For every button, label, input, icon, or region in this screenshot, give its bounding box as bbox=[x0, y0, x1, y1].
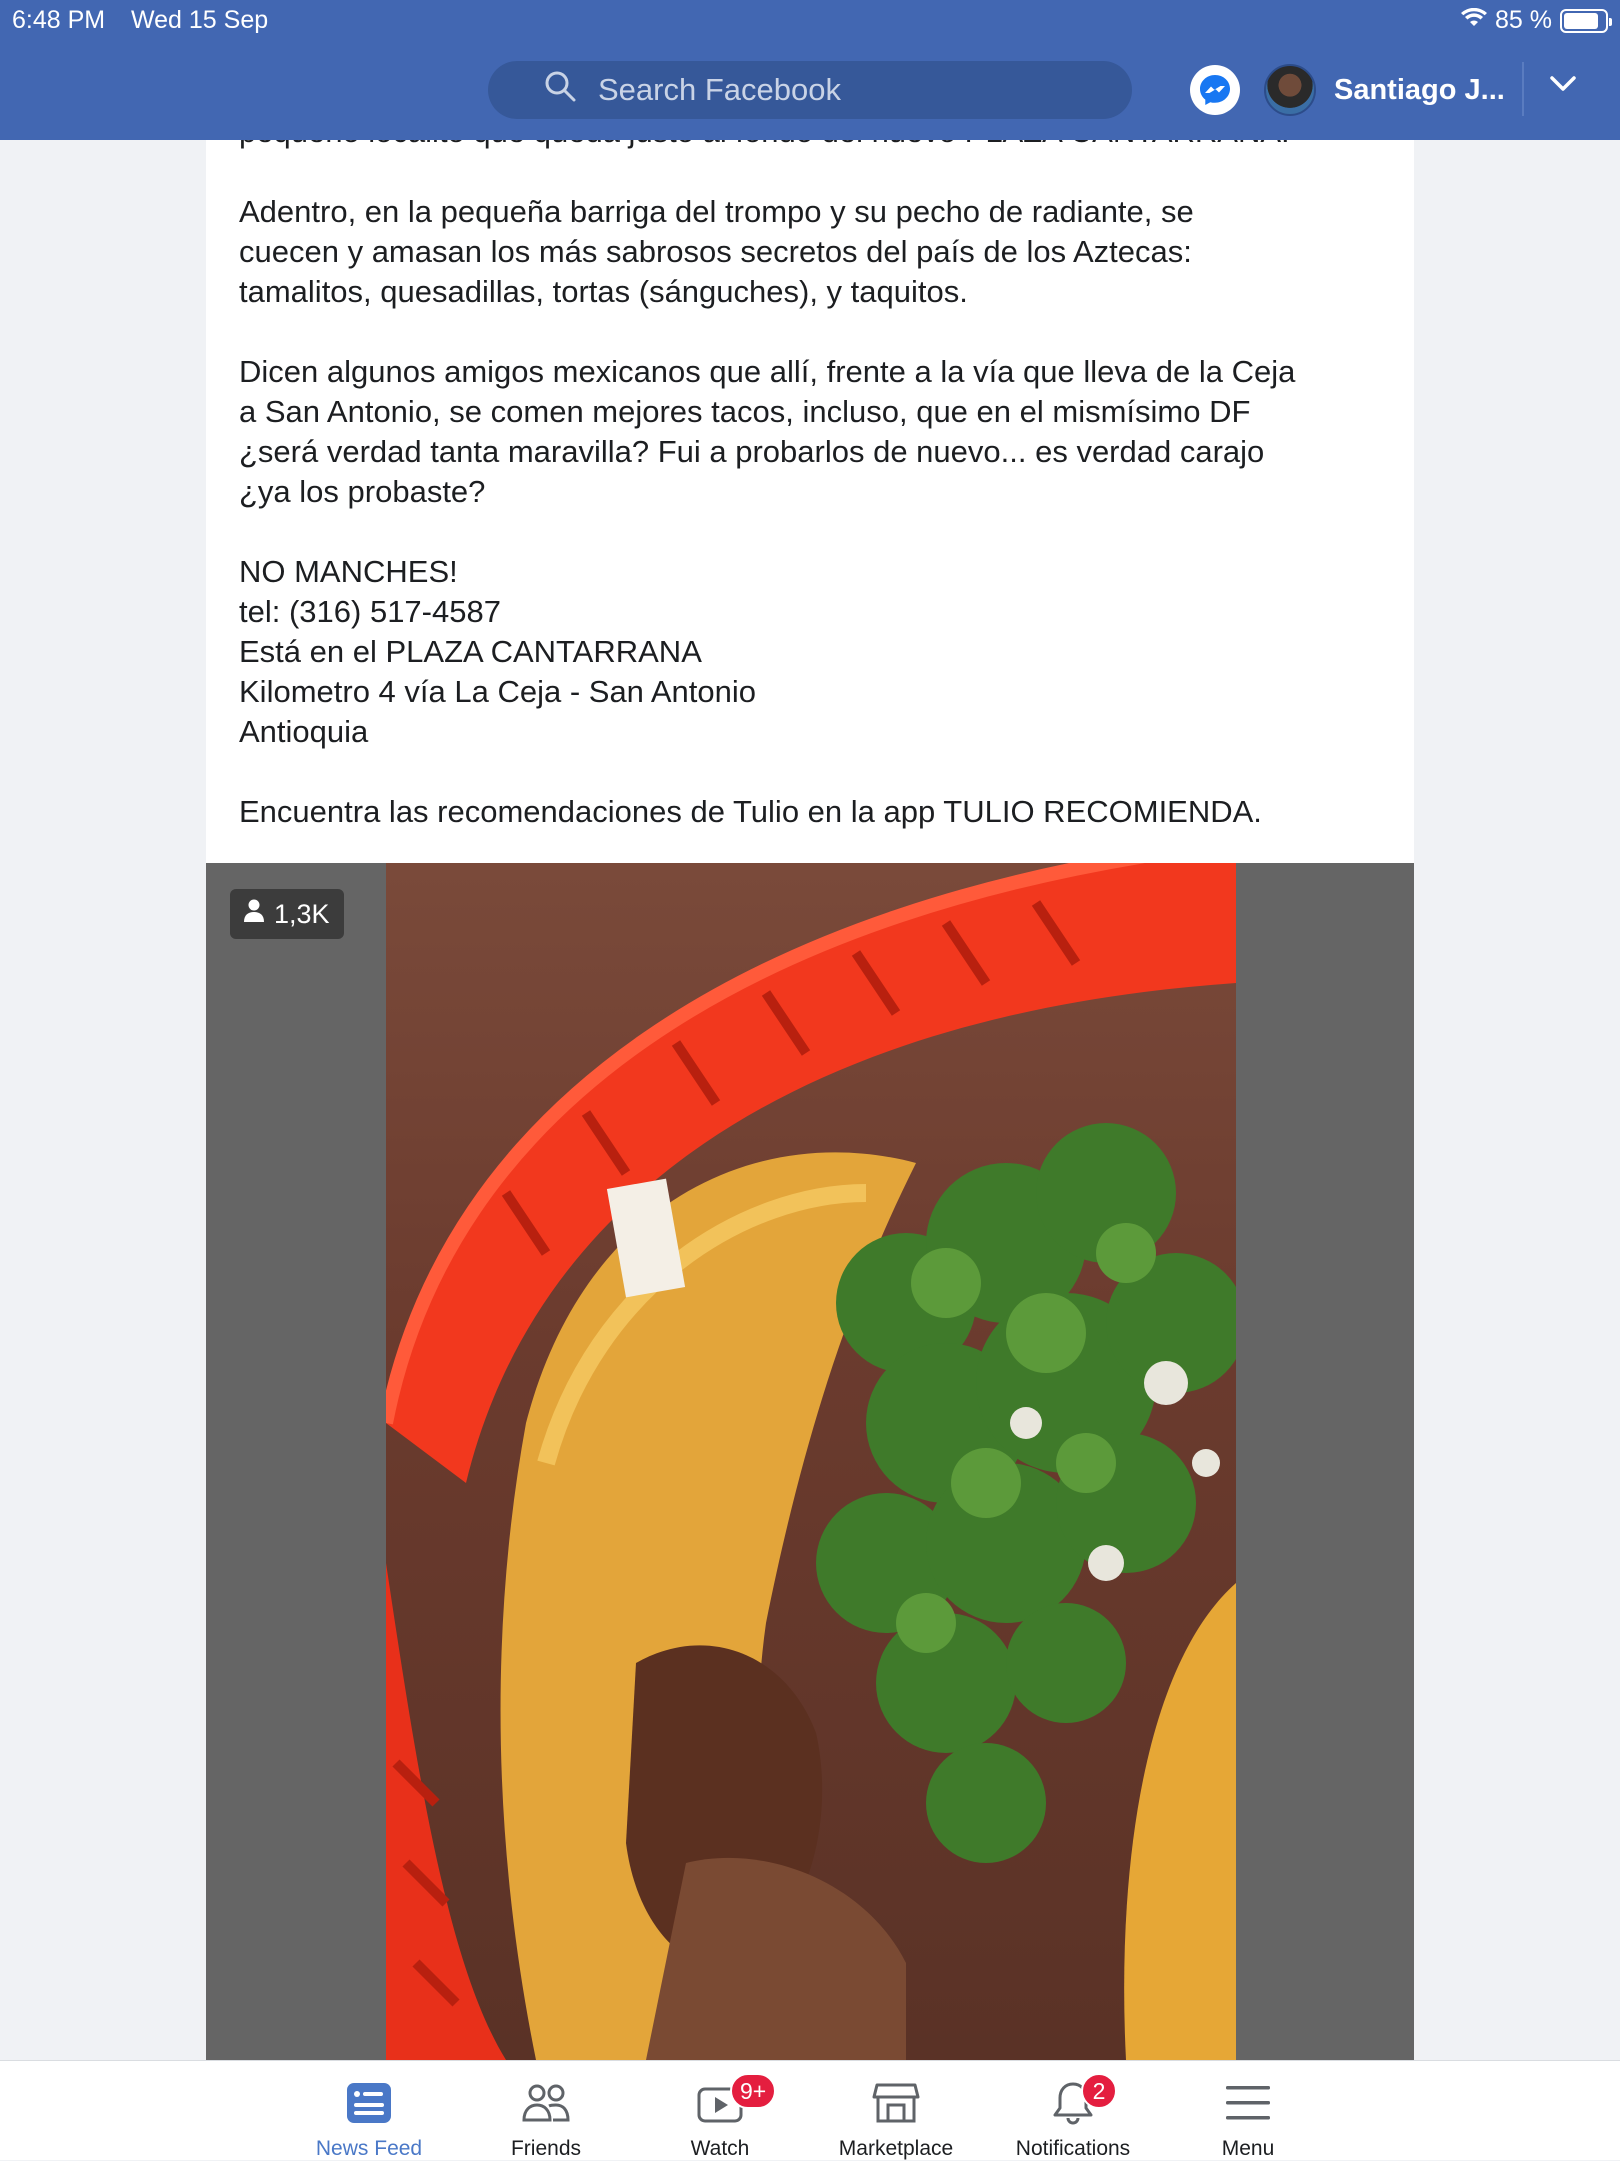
status-bar: 6:48 PM Wed 15 Sep 85 % bbox=[0, 0, 1620, 42]
bell-icon: 2 bbox=[985, 2073, 1161, 2131]
top-bar: 6:48 PM Wed 15 Sep 85 % Search Facebook … bbox=[0, 0, 1620, 140]
news-feed-icon bbox=[281, 2075, 457, 2131]
marketplace-icon bbox=[808, 2075, 984, 2131]
post-paragraph: Adentro, en la pequeña barriga del tromp… bbox=[239, 194, 1194, 309]
battery-icon bbox=[1560, 8, 1612, 33]
tab-label: News Feed bbox=[315, 2137, 423, 2160]
tab-menu[interactable]: Menu bbox=[1160, 2075, 1336, 2161]
post-video[interactable]: 1,3K bbox=[206, 863, 1414, 2060]
tab-label: Friends bbox=[510, 2137, 582, 2160]
notifications-badge: 2 bbox=[1081, 2073, 1117, 2109]
status-time: 6:48 PM bbox=[12, 6, 106, 34]
post-text: pequeño localito que queda justo al fond… bbox=[239, 112, 1399, 872]
bottom-nav: News Feed Friends 9+ Watch Marketplace 2… bbox=[0, 2060, 1620, 2160]
messenger-icon[interactable] bbox=[1190, 65, 1240, 115]
search-icon bbox=[544, 70, 576, 110]
post-card: pequeño localito que queda justo al fond… bbox=[206, 114, 1414, 863]
person-icon bbox=[244, 899, 264, 930]
header-divider bbox=[1522, 62, 1524, 116]
wifi-icon bbox=[1461, 6, 1488, 35]
avatar[interactable] bbox=[1264, 64, 1316, 116]
header-right: Santiago J... bbox=[1190, 58, 1505, 122]
tab-friends[interactable]: Friends bbox=[458, 2075, 634, 2161]
chevron-down-icon[interactable] bbox=[1548, 74, 1578, 99]
search-bar[interactable]: Search Facebook bbox=[488, 61, 1132, 119]
status-date: Wed 15 Sep bbox=[131, 6, 269, 34]
tab-label: Menu bbox=[1221, 2137, 1275, 2160]
viewer-count-badge: 1,3K bbox=[230, 889, 344, 939]
viewer-count: 1,3K bbox=[274, 898, 330, 929]
user-name[interactable]: Santiago J... bbox=[1334, 74, 1505, 107]
tab-label: Notifications bbox=[1015, 2137, 1131, 2160]
tab-watch[interactable]: 9+ Watch bbox=[632, 2073, 808, 2161]
watch-icon: 9+ bbox=[632, 2073, 808, 2131]
video-frame[interactable] bbox=[386, 863, 1236, 2060]
post-paragraph: NO MANCHES! tel: (316) 517-4587 Está en … bbox=[239, 554, 756, 749]
post-paragraph: Dicen algunos amigos mexicanos que allí,… bbox=[239, 354, 1296, 509]
watch-badge: 9+ bbox=[730, 2073, 777, 2109]
search-input[interactable]: Search Facebook bbox=[598, 72, 841, 108]
status-right: 85 % bbox=[1461, 6, 1612, 35]
tab-notifications[interactable]: 2 Notifications bbox=[985, 2073, 1161, 2161]
tab-marketplace[interactable]: Marketplace bbox=[808, 2075, 984, 2161]
battery-percent: 85 % bbox=[1495, 6, 1552, 34]
friends-icon bbox=[458, 2075, 634, 2131]
tab-label: Marketplace bbox=[838, 2137, 954, 2160]
menu-icon bbox=[1160, 2075, 1336, 2131]
tab-label: Watch bbox=[690, 2137, 750, 2160]
tab-news-feed[interactable]: News Feed bbox=[281, 2075, 457, 2161]
post-paragraph: Encuentra las recomendaciones de Tulio e… bbox=[239, 794, 1262, 829]
